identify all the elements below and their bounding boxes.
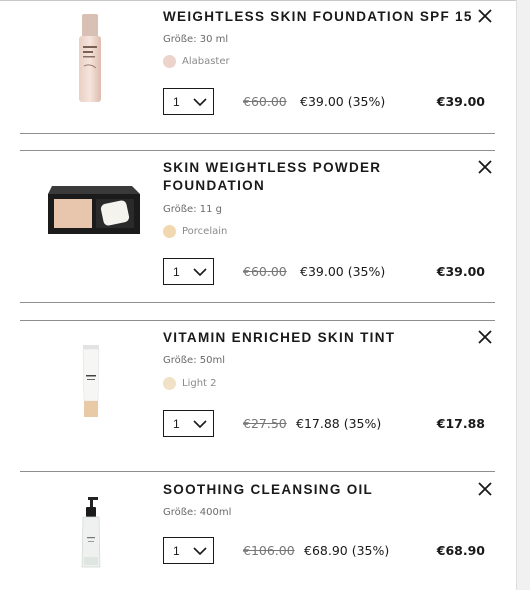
quantity-value: 1 [173,416,180,431]
product-title[interactable]: SOOTHING CLEANSING OIL [163,481,373,499]
product-title[interactable]: SKIN WEIGHTLESS POWDER FOUNDATION [163,159,381,195]
remove-item-icon[interactable] [477,159,493,175]
product-title[interactable]: VITAMIN ENRICHED SKIN TINT [163,329,395,347]
quantity-select[interactable]: 1 [163,258,214,285]
quantity-select[interactable]: 1 [163,88,214,115]
chevron-down-icon [193,419,207,428]
quantity-select[interactable]: 1 [163,537,214,564]
item-divider [20,302,495,303]
product-size: Größe: 400ml [163,507,232,518]
discounted-price: €17.88 (35%) [296,416,382,431]
quantity-select[interactable]: 1 [163,410,214,437]
original-price: €27.50 [243,416,287,431]
discounted-price: €39.00 (35%) [300,264,386,279]
original-price: €106.00 [243,543,295,558]
product-title-line-1: SKIN WEIGHTLESS POWDER [163,160,382,175]
discounted-price: €68.90 (35%) [304,543,390,558]
shade-label: Alabaster [182,56,230,67]
shade-option: Alabaster [163,55,230,68]
original-price: €60.00 [243,264,287,279]
scrollbar-track[interactable] [516,0,530,590]
cart-item-4: SOOTHING CLEANSING OIL Größe: 400ml 1 €1… [0,473,516,590]
remove-item-icon[interactable] [477,481,493,497]
quantity-value: 1 [173,94,180,109]
product-title[interactable]: WEIGHTLESS SKIN FOUNDATION SPF 15 [163,8,473,26]
item-divider [20,471,495,472]
chevron-down-icon [193,546,207,555]
powder-compact-image [48,186,140,234]
shade-label: Porcelain [182,226,228,237]
item-divider [20,133,495,134]
line-total: €39.00 [436,94,485,109]
line-total: €68.90 [436,543,485,558]
discounted-price: €39.00 (35%) [300,94,386,109]
shade-label: Light 2 [182,378,217,389]
line-total: €17.88 [436,416,485,431]
foundation-bottle-image [79,14,101,102]
remove-item-icon[interactable] [477,8,493,24]
original-price: €60.00 [243,94,287,109]
product-title-line-2: FOUNDATION [163,178,265,193]
shade-swatch [163,55,176,68]
remove-item-icon[interactable] [477,329,493,345]
shade-option: Light 2 [163,377,217,390]
product-size: Größe: 50ml [163,355,226,366]
shade-option: Porcelain [163,225,227,238]
cleansing-oil-bottle-image [81,497,101,568]
chevron-down-icon [193,97,207,106]
cart-item-3: VITAMIN ENRICHED SKIN TINT Größe: 50ml L… [0,321,516,471]
cart-item-1: WEIGHTLESS SKIN FOUNDATION SPF 15 Größe:… [0,0,516,134]
quantity-value: 1 [173,264,180,279]
product-size: Größe: 30 ml [163,34,229,45]
chevron-down-icon [193,267,207,276]
shade-swatch [163,225,176,238]
cart-item-2: SKIN WEIGHTLESS POWDER FOUNDATION Größe:… [0,151,516,303]
product-size: Größe: 11 g [163,204,223,215]
quantity-value: 1 [173,543,180,558]
skin-tint-tube-image [82,345,100,417]
line-total: €39.00 [436,264,485,279]
shade-swatch [163,377,176,390]
